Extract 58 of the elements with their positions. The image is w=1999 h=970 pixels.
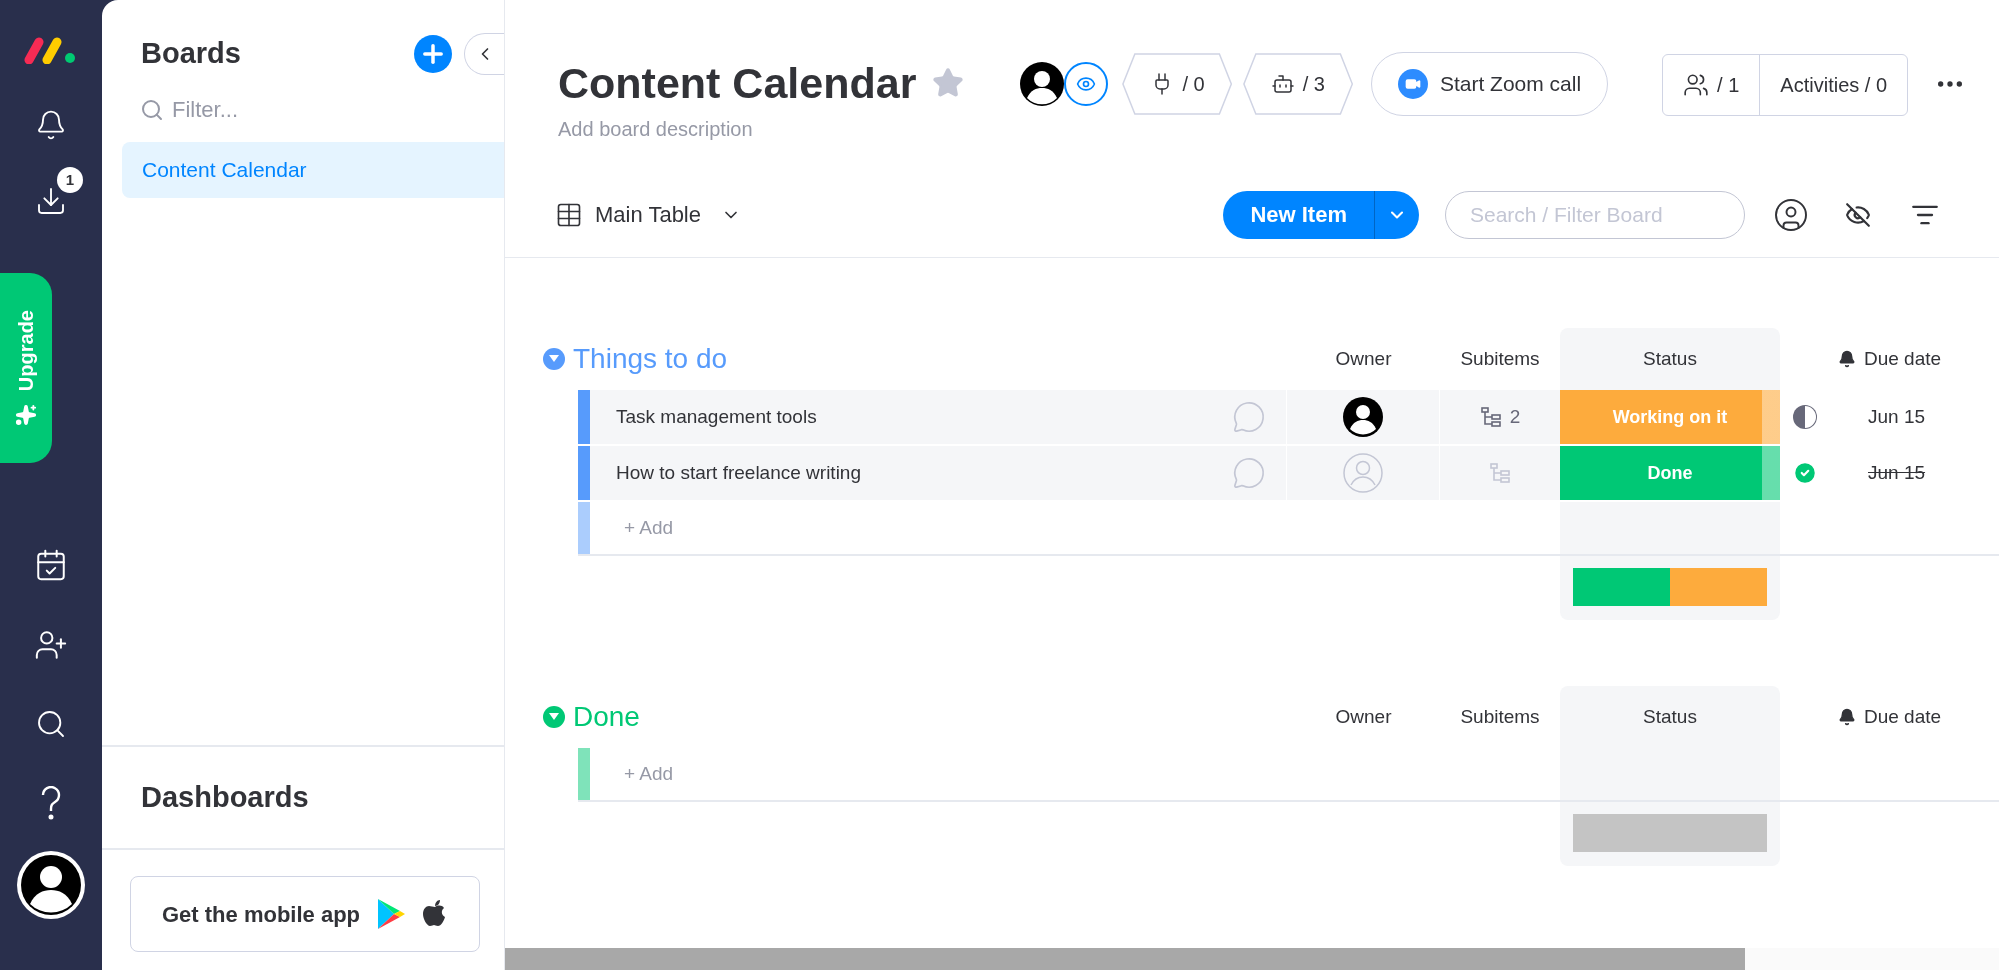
inbox-icon[interactable]: [35, 185, 67, 217]
people-icon: [1683, 72, 1710, 98]
column-header: Owner: [1335, 346, 1392, 371]
column-header: Due date: [1863, 346, 1942, 371]
automations-button[interactable]: / 3: [1242, 53, 1353, 115]
subitem-count: 2: [1509, 404, 1521, 429]
favorite-star-icon[interactable]: [932, 67, 965, 99]
member-avatar[interactable]: [1020, 62, 1065, 106]
search-field[interactable]: Search / Filter Board: [1445, 190, 1745, 239]
eye-icon: [1076, 74, 1097, 94]
column-header: Due date: [1863, 704, 1942, 729]
subitems-icon: [1489, 462, 1511, 484]
boards-title: Boards: [141, 36, 241, 71]
person-filter-icon[interactable]: [1773, 196, 1809, 233]
notification-badge: 1: [57, 167, 83, 193]
integrations-button[interactable]: / 0: [1122, 53, 1233, 115]
group-color-bar: [578, 748, 590, 800]
column-header: Owner: [1335, 704, 1392, 729]
subitems-icon: [1479, 406, 1502, 428]
notifications-icon[interactable]: [35, 109, 67, 141]
column-header: Status: [1643, 704, 1697, 729]
column-header: Status: [1643, 346, 1697, 371]
viewer-avatar[interactable]: [1064, 62, 1109, 106]
column-header: Subitems: [1460, 704, 1540, 729]
calendar-icon[interactable]: [34, 548, 68, 582]
mobile-app-button[interactable]: Get the mobile app: [130, 876, 480, 952]
invite-icon[interactable]: [34, 628, 68, 662]
filter-field[interactable]: Filter...: [172, 93, 422, 126]
user-avatar[interactable]: [16, 850, 86, 920]
scrollbar-thumb[interactable]: [505, 948, 1745, 970]
bell-icon: [1837, 708, 1856, 726]
due-date[interactable]: Jun 15: [1868, 458, 1926, 488]
board-title: Content Calendar: [558, 57, 917, 109]
bell-icon: [1837, 350, 1856, 368]
group-color-bar: [578, 502, 590, 554]
help-icon[interactable]: [41, 786, 61, 820]
view-selector[interactable]: Main Table: [555, 198, 741, 231]
hide-icon[interactable]: [1845, 201, 1871, 228]
robot-icon: [1270, 72, 1295, 96]
item-name[interactable]: How to start freelance writing: [616, 458, 861, 488]
add-board-button[interactable]: [414, 34, 452, 73]
item-name[interactable]: Task management tools: [616, 402, 817, 432]
activities-button[interactable]: Activities / 0: [1760, 55, 1908, 115]
members-button[interactable]: / 1: [1663, 55, 1761, 115]
sparkles-icon: [15, 403, 37, 426]
apple-icon: [422, 899, 448, 929]
group-toggle[interactable]: [543, 706, 565, 728]
search-icon: [140, 97, 164, 122]
avatar[interactable]: [1343, 397, 1383, 437]
group-toggle[interactable]: [543, 348, 565, 370]
caret-icon: [549, 355, 559, 363]
caret-icon: [549, 713, 559, 721]
search-icon[interactable]: [35, 708, 67, 740]
column-header: Subitems: [1460, 346, 1540, 371]
play-triangle-icon: [376, 898, 406, 930]
due-date[interactable]: Jun 15: [1868, 402, 1926, 432]
video-camera-icon: [1397, 69, 1428, 99]
dashboards-title: Dashboards: [141, 779, 309, 815]
